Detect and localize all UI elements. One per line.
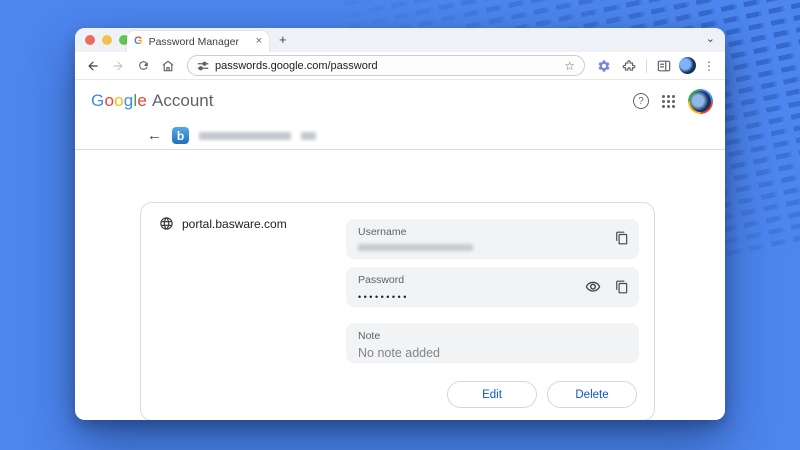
site-title-row: ← b — [75, 122, 725, 149]
password-detail-card: portal.basware.com Username Password •••… — [140, 202, 655, 420]
note-field: Note No note added — [346, 323, 639, 363]
side-panel-icon[interactable] — [654, 56, 674, 76]
url-text[interactable]: passwords.google.com/password — [215, 60, 558, 72]
redacted-site-title-2 — [301, 132, 316, 140]
browser-menu-icon[interactable]: ⋮ — [701, 60, 717, 72]
tab-strip: G Password Manager × + ⌄ — [75, 28, 725, 52]
note-label: Note — [358, 329, 627, 343]
site-favicon: b — [172, 127, 189, 144]
address-bar[interactable]: passwords.google.com/password ☆ — [187, 55, 585, 76]
account-avatar[interactable] — [688, 89, 713, 114]
redacted-site-title — [199, 132, 291, 140]
account-label: Account — [152, 91, 213, 111]
reload-icon[interactable] — [133, 56, 153, 76]
extensions-puzzle-icon[interactable] — [619, 56, 639, 76]
browser-window: G Password Manager × + ⌄ — [75, 28, 725, 420]
redacted-username-value — [358, 244, 473, 251]
copy-password-icon[interactable] — [615, 280, 629, 294]
delete-button[interactable]: Delete — [547, 381, 637, 408]
home-icon[interactable] — [158, 56, 178, 76]
tab-list-chevron-icon[interactable]: ⌄ — [706, 32, 715, 45]
google-favicon-icon: G — [134, 36, 143, 47]
username-field: Username — [346, 219, 639, 259]
settings-gear-icon[interactable] — [594, 56, 614, 76]
forward-icon[interactable] — [108, 56, 128, 76]
bookmark-star-icon[interactable]: ☆ — [564, 60, 575, 72]
show-password-eye-icon[interactable] — [585, 279, 601, 295]
header-divider — [75, 149, 725, 150]
back-icon[interactable] — [83, 56, 103, 76]
tab-title: Password Manager — [149, 36, 250, 48]
globe-icon — [159, 216, 174, 231]
google-account-header: Google Account ? — [75, 80, 725, 122]
tab-close-icon[interactable]: × — [256, 36, 262, 47]
username-label: Username — [358, 225, 627, 239]
copy-username-icon[interactable] — [615, 231, 629, 245]
help-icon[interactable]: ? — [633, 93, 649, 109]
toolbar-divider — [646, 59, 647, 73]
site-origin: portal.basware.com — [182, 217, 287, 231]
close-window-button[interactable] — [85, 35, 95, 45]
browser-toolbar: passwords.google.com/password ☆ ⋮ — [75, 52, 725, 80]
note-value: No note added — [358, 345, 627, 361]
desktop: G Password Manager × + ⌄ — [0, 0, 800, 450]
password-manager-page: Google Account ? ← b — [75, 80, 725, 419]
password-field: Password ••••••••• — [346, 267, 639, 307]
google-apps-grid-icon[interactable] — [662, 95, 675, 108]
browser-tab[interactable]: G Password Manager × — [127, 31, 269, 52]
new-tab-button[interactable]: + — [279, 33, 287, 46]
minimize-window-button[interactable] — [102, 35, 112, 45]
back-arrow-icon[interactable]: ← — [147, 128, 162, 143]
browser-profile-avatar[interactable] — [679, 57, 696, 74]
window-controls — [85, 35, 129, 45]
site-settings-icon[interactable] — [197, 60, 209, 72]
edit-button[interactable]: Edit — [447, 381, 537, 408]
google-logo: Google — [91, 91, 147, 111]
